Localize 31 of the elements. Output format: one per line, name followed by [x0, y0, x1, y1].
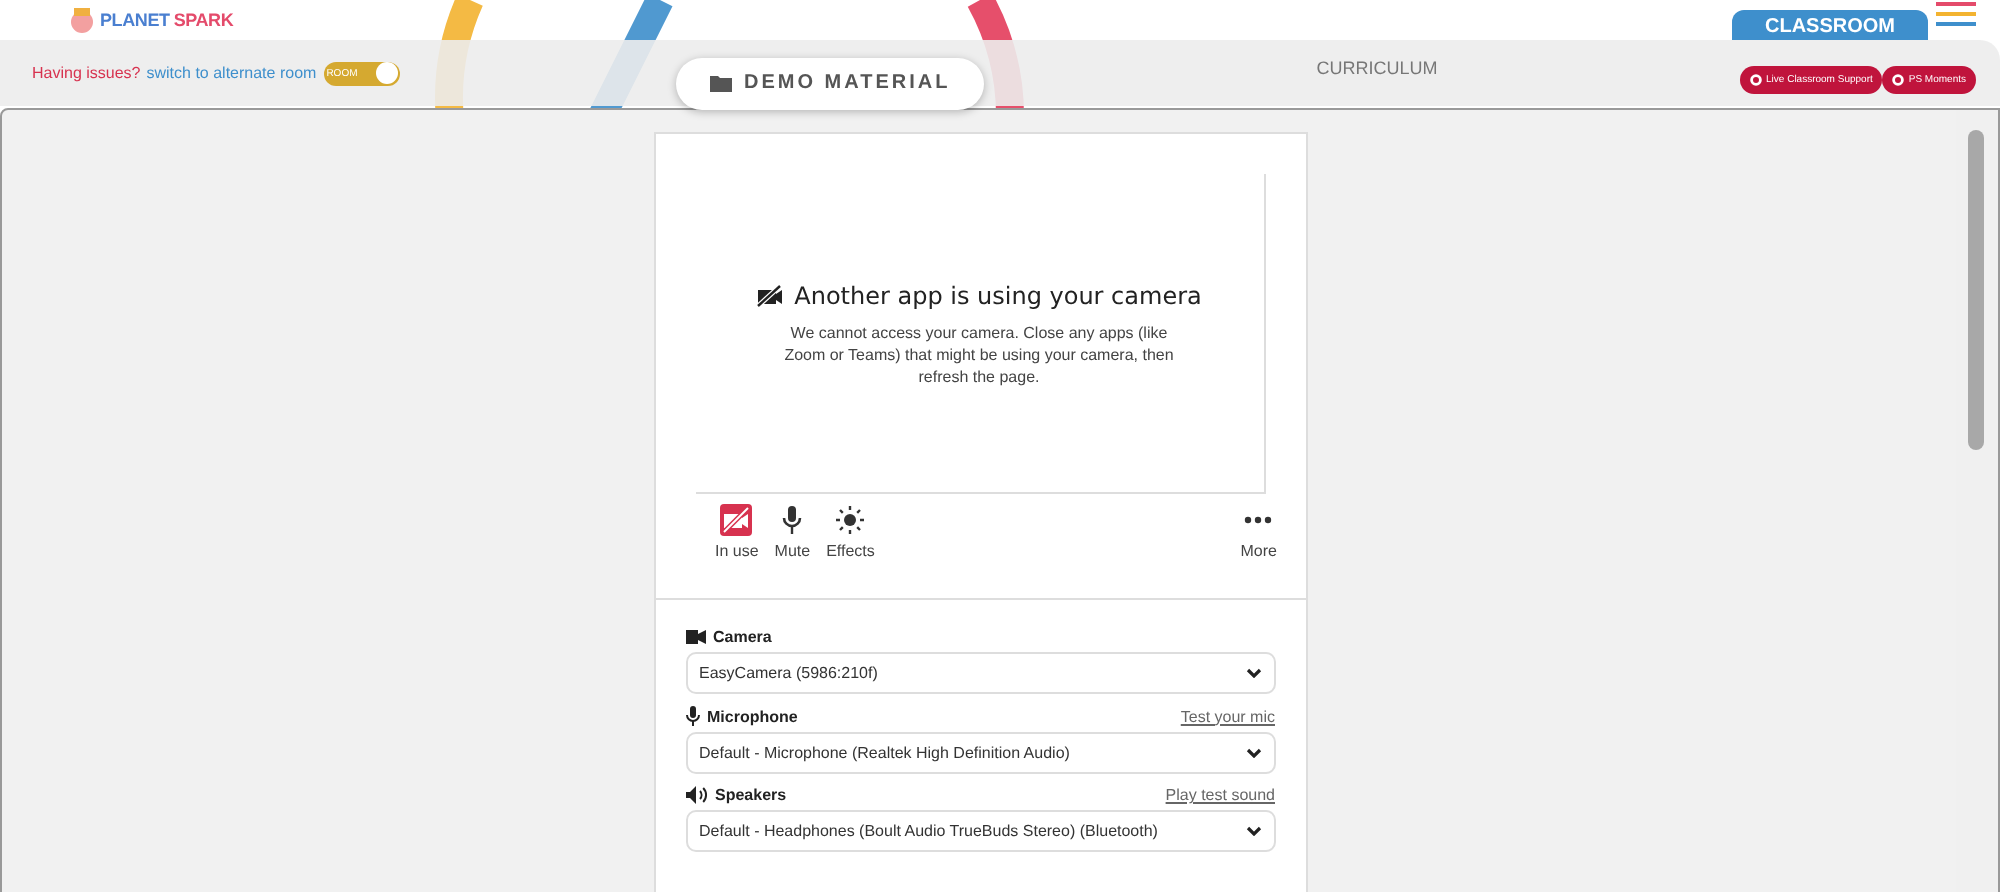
microphone-icon — [685, 706, 699, 726]
camera-off-icon — [756, 284, 785, 308]
classroom-tab[interactable]: CLASSROOM — [1732, 10, 1928, 40]
effects-control[interactable]: Effects — [826, 504, 875, 564]
chevron-down-icon — [1245, 748, 1261, 758]
curriculum-tab[interactable]: CURRICULUM — [1316, 57, 1438, 77]
camera-error-title: Another app is using your camera — [794, 282, 1202, 310]
device-label: Camera — [685, 628, 772, 646]
test-link[interactable]: Test your mic — [1180, 707, 1275, 725]
folder-icon — [710, 74, 732, 92]
device-dropdown[interactable]: Default - Microphone (Realtek High Definition Audio) — [685, 732, 1275, 774]
demo-material-button[interactable]: DEMO MATERIAL — [676, 57, 985, 109]
mic-control[interactable]: Mute — [774, 504, 811, 564]
more-control[interactable]: More — [1240, 504, 1277, 564]
issue-text: Having issues? — [32, 64, 141, 82]
alternate-room-link[interactable]: switch to alternate room — [146, 64, 317, 82]
camera-control[interactable]: In use — [715, 504, 759, 564]
chevron-down-icon — [1245, 826, 1261, 836]
device-label: Microphone — [685, 706, 798, 726]
circle-icon — [1892, 73, 1905, 85]
chevron-down-icon — [1245, 668, 1261, 678]
device-label: Speakers — [685, 786, 787, 804]
device-dropdown[interactable]: Default - Headphones (Boult Audio TrueBuds Stereo) (Bluetooth) — [685, 810, 1275, 852]
speaker-icon — [685, 786, 707, 804]
circle-icon — [1750, 73, 1763, 85]
device-dropdown[interactable]: EasyCamera (5986:210f) — [685, 652, 1275, 694]
planetspark-logo[interactable]: PLANET SPARK — [68, 6, 234, 34]
video-camera-icon — [685, 630, 705, 644]
menu-icon[interactable] — [1936, 2, 1976, 26]
test-link[interactable]: Play test sound — [1165, 786, 1275, 804]
camera-error-message: We cannot access your camera. Close any apps (like Zoom or Teams) that might be using your camera, then refresh the page. — [782, 322, 1176, 388]
